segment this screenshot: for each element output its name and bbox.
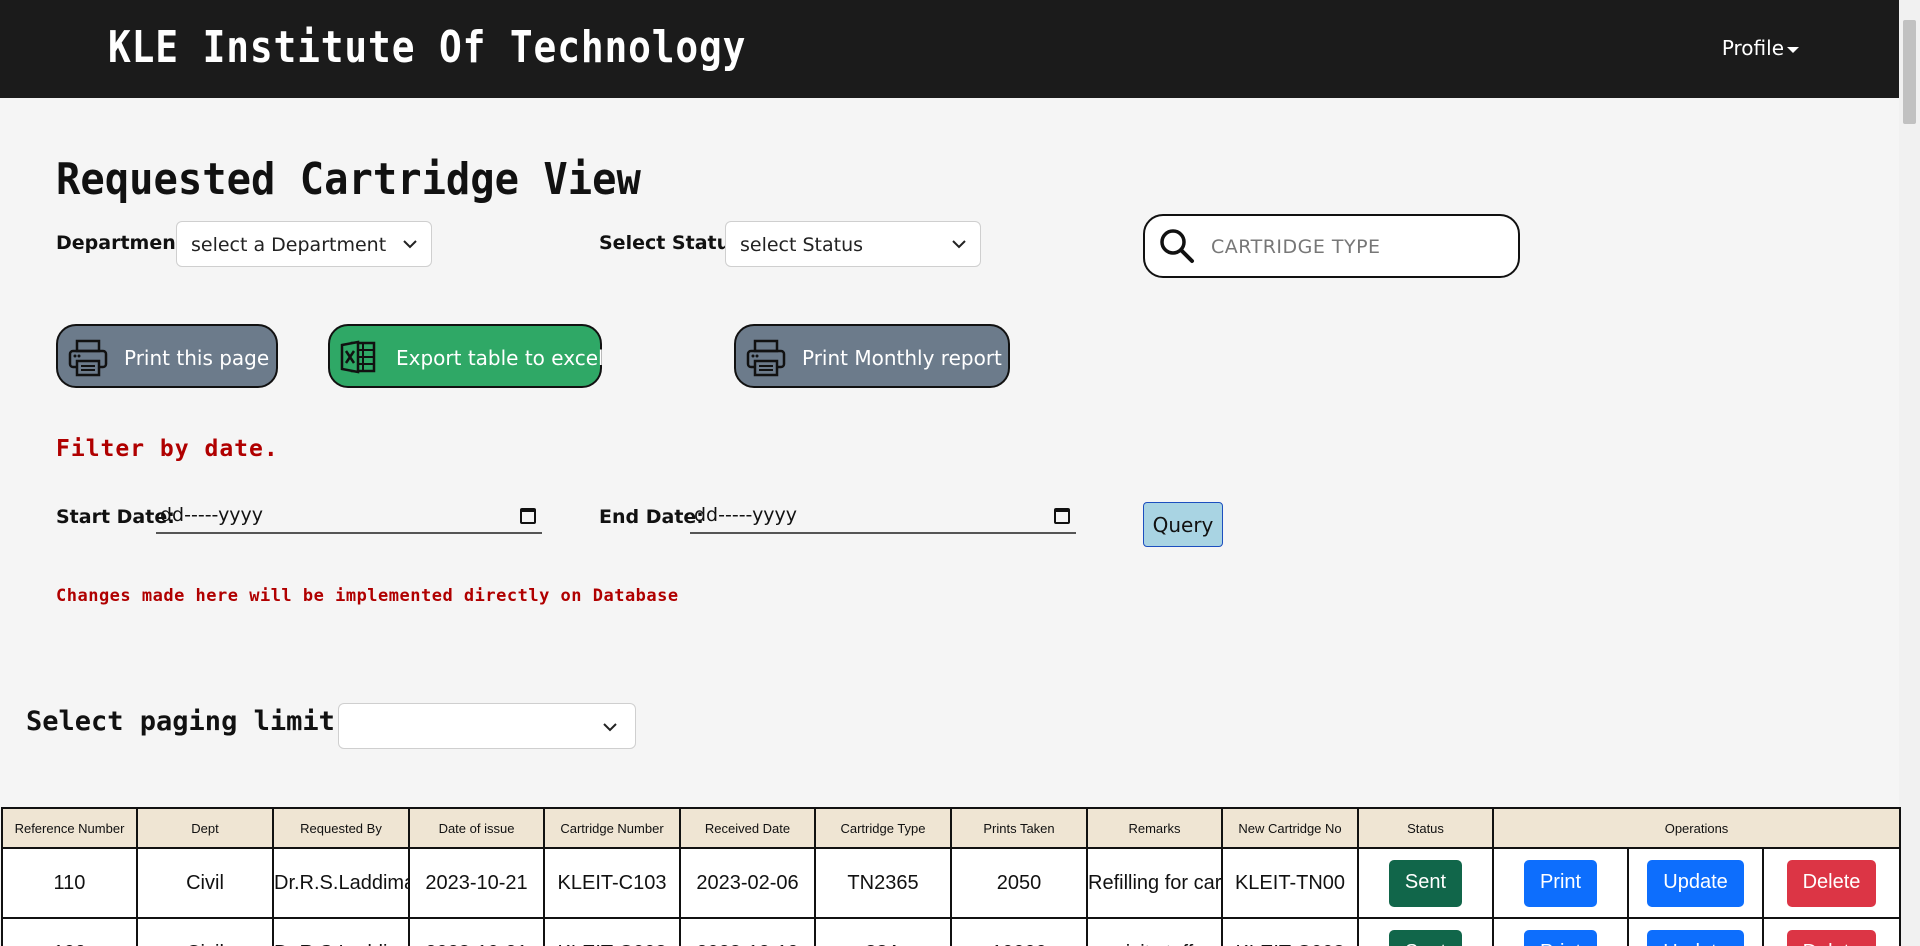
cell-cartridge-number: KLEIT-C003 [543,917,681,946]
cell-prints-taken: 10000 [950,917,1088,946]
print-monthly-report-button[interactable]: Print Monthly report [734,324,1010,388]
query-button[interactable]: Query [1143,502,1223,547]
excel-icon [340,340,376,374]
brand-title[interactable]: KLE Institute Of Technology [108,22,746,73]
cell-remarks: visit staff [1086,917,1223,946]
search-placeholder: CARTRIDGE TYPE [1211,236,1381,258]
col-header-prints-taken: Prints Taken [950,807,1088,849]
col-header-dept: Dept [136,807,274,849]
cell-remarks: Refilling for cartridge [1086,847,1223,919]
start-date-input[interactable]: dd-----yyyy [156,500,542,534]
chevron-down-icon [603,723,617,732]
cell-received-date: 2023-02-06 [679,847,816,919]
status-sent-button[interactable]: Sent [1388,859,1463,907]
department-select-value: select a Department [191,234,387,256]
col-header-operations: Operations [1491,807,1902,849]
table-row: 109 Civil Dr.R.S.Laddimath 2023-10-21 KL… [1,917,1902,946]
print-page-label: Print this page [124,346,270,370]
filter-by-date-heading: Filter by date. [56,436,279,462]
cell-requested-by: Dr.R.S.Laddimath [272,847,410,919]
col-header-received-date: Received Date [679,807,816,849]
col-header-cartridge-type: Cartridge Type [814,807,952,849]
cell-cartridge-type: TN2365 [814,847,952,919]
table-row: 110 Civil Dr.R.S.Laddimath 2023-10-21 KL… [1,847,1902,919]
col-header-remarks: Remarks [1086,807,1223,849]
cell-op-delete: Delete [1761,847,1902,919]
cell-new-cartridge-no: KLEIT-C003 [1221,917,1359,946]
status-sent-button[interactable]: Sent [1388,929,1463,946]
chevron-down-icon [403,240,417,249]
print-row-button[interactable]: Print [1523,929,1598,946]
database-warning: Changes made here will be implemented di… [56,586,679,606]
print-monthly-label: Print Monthly report [802,346,1002,370]
col-header-status: Status [1357,807,1494,849]
page-title: Requested Cartridge View [56,154,641,205]
calendar-icon[interactable] [1054,508,1070,524]
export-excel-label: Export table to excel [396,346,604,370]
cartridge-table: Reference Number Dept Requested By Date … [1,807,1902,946]
cell-op-print: Print [1492,917,1629,946]
delete-row-button[interactable]: Delete [1786,859,1877,907]
search-icon [1160,229,1194,263]
cell-reference: 109 [1,917,138,946]
calendar-icon[interactable] [520,508,536,524]
cell-requested-by: Dr.R.S.Laddimath [272,917,410,946]
col-header-new-cartridge-no: New Cartridge No [1221,807,1359,849]
top-navbar: KLE Institute Of Technology Profile [0,0,1899,98]
cell-issue-date: 2023-10-21 [408,847,545,919]
cell-op-update: Update [1627,917,1764,946]
end-date-input[interactable]: dd-----yyyy [690,500,1076,534]
table-header-row: Reference Number Dept Requested By Date … [1,807,1902,849]
caret-down-icon [1787,46,1799,53]
start-date-value: dd-----yyyy [160,504,264,526]
export-excel-button[interactable]: Export table to excel [328,324,604,388]
cartridge-type-search[interactable]: CARTRIDGE TYPE [1143,214,1520,278]
profile-dropdown[interactable]: Profile [1722,36,1799,60]
cell-status: Sent [1357,917,1494,946]
cell-cartridge-number: KLEIT-C103 [543,847,681,919]
cell-issue-date: 2023-10-21 [408,917,545,946]
print-row-button[interactable]: Print [1523,859,1598,907]
col-header-reference-number: Reference Number [1,807,138,849]
scrollbar-thumb[interactable] [1903,20,1916,124]
end-date-value: dd-----yyyy [694,504,798,526]
update-row-button[interactable]: Update [1647,929,1744,946]
department-label: Department: [56,232,193,254]
cell-op-delete: Delete [1761,917,1902,946]
paging-limit-label: Select paging limit [26,706,335,737]
col-header-cartridge-number: Cartridge Number [543,807,681,849]
col-header-date-of-issue: Date of issue [408,807,545,849]
status-select-value: select Status [740,234,864,256]
cell-dept: Civil [136,917,274,946]
cell-new-cartridge-no: KLEIT-TN00 [1221,847,1359,919]
cell-op-update: Update [1627,847,1764,919]
paging-limit-select[interactable] [338,703,636,749]
cell-reference: 110 [1,847,138,919]
end-date-label: End Date: [599,506,704,528]
chevron-down-icon [952,240,966,249]
delete-row-button[interactable]: Delete [1786,929,1877,946]
printer-icon [746,339,786,377]
col-header-requested-by: Requested By [272,807,410,849]
status-select[interactable]: select Status [725,221,981,267]
cell-received-date: 2023-12-19 [679,917,816,946]
cell-dept: Civil [136,847,274,919]
printer-icon [68,339,108,377]
cell-cartridge-type: 88A [814,917,952,946]
update-row-button[interactable]: Update [1647,859,1744,907]
print-page-button[interactable]: Print this page [56,324,278,388]
page-scrollbar[interactable] [1899,0,1920,946]
cell-status: Sent [1357,847,1494,919]
cell-op-print: Print [1492,847,1629,919]
department-select[interactable]: select a Department [176,221,432,267]
cell-prints-taken: 2050 [950,847,1088,919]
profile-label: Profile [1721,36,1784,60]
